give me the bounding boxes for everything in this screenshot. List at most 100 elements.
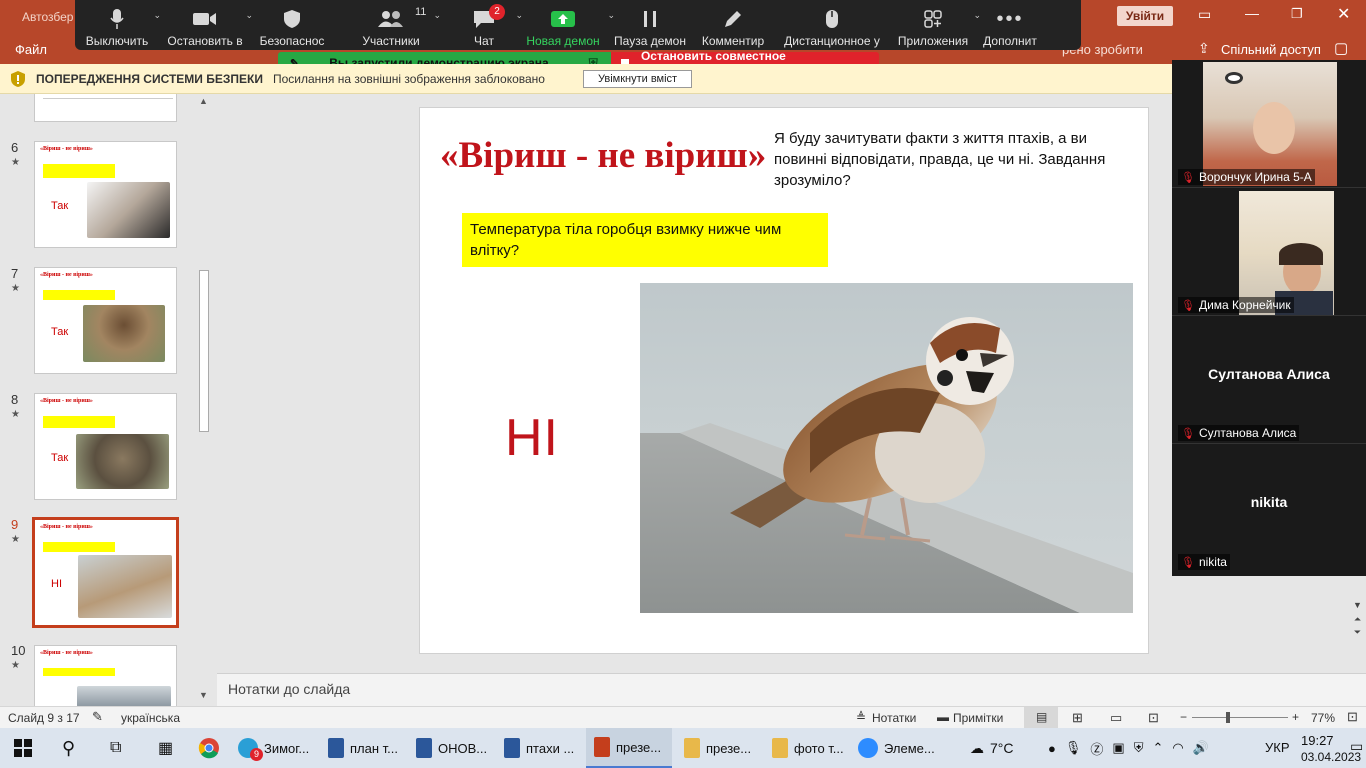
- search-icon[interactable]: ⚲: [62, 728, 75, 768]
- editor-scroll-controls: ▼ ⏶ ⏷: [1349, 600, 1366, 648]
- taskbar-item-folder-2[interactable]: фото т...: [772, 728, 844, 768]
- task-view-icon[interactable]: ⧉: [110, 728, 121, 768]
- chevron-down-icon[interactable]: ⌄: [433, 10, 441, 21]
- comments-icon[interactable]: ▢: [1334, 39, 1348, 57]
- taskbar-label: Элеме...: [884, 740, 935, 756]
- thumb-title: «Віриш - не віриш»: [40, 272, 93, 278]
- fit-slide-icon[interactable]: ⊡: [1347, 709, 1358, 725]
- taskbar-item-telegram[interactable]: 9 Зимог...: [238, 728, 309, 768]
- participant-tile[interactable]: Султанова Алиса 🎙 Султанова Алиса: [1172, 316, 1366, 444]
- signin-button[interactable]: Увійти: [1117, 6, 1173, 26]
- zoom-out-icon[interactable]: −: [1180, 710, 1187, 724]
- zoom-tray-icon[interactable]: Ⓩ: [1090, 739, 1103, 758]
- chrome-icon[interactable]: [198, 728, 220, 768]
- taskbar-label: презе...: [616, 739, 662, 755]
- sparrow-image[interactable]: [640, 283, 1133, 613]
- next-slide-icon[interactable]: ⏷: [1349, 627, 1366, 638]
- notifications-icon[interactable]: ▭: [1350, 738, 1363, 755]
- language-indicator[interactable]: українська: [121, 711, 180, 725]
- keyboard-language[interactable]: УКР: [1265, 740, 1290, 755]
- people-icon: [378, 6, 404, 32]
- microphone-icon[interactable]: 🎙: [1065, 740, 1082, 756]
- pause-share-button[interactable]: Пауза демон: [607, 6, 693, 48]
- zoom-in-icon[interactable]: +: [1292, 710, 1299, 724]
- security-icon[interactable]: ⛨: [1134, 740, 1144, 756]
- share-screen-icon: [551, 6, 575, 32]
- taskbar-item-zoom[interactable]: Элеме...: [858, 728, 935, 768]
- scrollbar-thumb[interactable]: [199, 270, 209, 432]
- annotate-button[interactable]: Комментир: [693, 6, 773, 48]
- file-tab[interactable]: Файл: [15, 42, 47, 57]
- slide-thumbnail-10[interactable]: «Віриш - не віриш»: [34, 645, 177, 706]
- slide-thumbnail-panel: 6 ★ «Віриш - не віриш» Так 7 ★ «Віриш - …: [0, 94, 215, 706]
- remote-control-button[interactable]: Дистанционное у: [773, 6, 891, 48]
- security-button[interactable]: Безопаснос: [251, 6, 333, 48]
- taskbar-item-folder-1[interactable]: презе...: [684, 728, 751, 768]
- slide-answer[interactable]: НІ: [505, 408, 559, 468]
- zoom-slider-handle[interactable]: [1226, 712, 1230, 723]
- apps-button[interactable]: Приложения ⌄: [891, 6, 981, 48]
- slide-intro-text[interactable]: Я буду зачитувати факти з життя птахів, …: [774, 128, 1134, 191]
- taskbar-label: план т...: [350, 740, 398, 756]
- share-button[interactable]: Спільний доступ: [1221, 42, 1321, 57]
- slide-sorter-icon[interactable]: ⊞: [1072, 710, 1083, 726]
- tray-app-icon[interactable]: ●: [1048, 741, 1056, 756]
- slide-question[interactable]: Температура тіла горобця взимку нижче чи…: [462, 213, 828, 267]
- more-button[interactable]: ••• Дополнит: [975, 6, 1045, 49]
- comments-toggle[interactable]: Примітки: [953, 711, 1003, 725]
- minimize-icon[interactable]: —: [1245, 5, 1259, 21]
- volume-icon[interactable]: 🔊: [1193, 740, 1209, 756]
- taskbar-item-word-2[interactable]: ОНОВ...: [416, 728, 487, 768]
- start-button[interactable]: [14, 728, 32, 768]
- normal-view-button[interactable]: ▤: [1024, 707, 1058, 729]
- slide-thumbnail-7[interactable]: «Віриш - не віриш» Так: [34, 267, 177, 374]
- participant-tile[interactable]: nikita 🎙 nikita: [1172, 444, 1366, 572]
- new-share-button[interactable]: Новая демон ⌄: [519, 6, 615, 48]
- slide-thumbnail-6[interactable]: «Віриш - не віриш» Так: [34, 141, 177, 248]
- participants-button[interactable]: Участники 11 ⌄: [333, 6, 449, 48]
- thumbnail-scrollbar[interactable]: ▲ ▼: [196, 94, 212, 706]
- apps-icon: [924, 6, 942, 32]
- more-icon: •••: [996, 7, 1024, 30]
- participant-tile[interactable]: 🎙 Дима Корнейчик: [1172, 188, 1366, 316]
- slide-thumbnail-5[interactable]: [34, 94, 177, 122]
- slideshow-icon[interactable]: ⊡: [1148, 710, 1159, 726]
- taskbar-item-word-3[interactable]: птахи ...: [504, 728, 574, 768]
- reading-view-icon[interactable]: ▭: [1110, 710, 1122, 726]
- enable-content-button[interactable]: Увімкнути вміст: [582, 69, 693, 88]
- maximize-icon[interactable]: ❐: [1291, 6, 1303, 22]
- word-icon: [416, 738, 432, 758]
- star-icon: ★: [11, 660, 20, 671]
- weather-widget[interactable]: ☁ 7°C: [970, 728, 1014, 768]
- scroll-up-icon[interactable]: ▲: [199, 96, 208, 106]
- clock-time[interactable]: 19:27: [1301, 733, 1334, 748]
- slide-thumbnail-8[interactable]: «Віриш - не віриш» Так: [34, 393, 177, 500]
- folder-icon: [684, 738, 700, 758]
- slide-thumbnail-9[interactable]: «Віриш - не віриш» НІ: [32, 517, 179, 628]
- scroll-down-icon[interactable]: ▼: [199, 690, 208, 700]
- muted-mic-icon: 🎙: [1181, 171, 1195, 184]
- taskbar-label: птахи ...: [526, 740, 575, 756]
- mute-button[interactable]: Выключить ⌄: [75, 6, 161, 48]
- tray-app-icon[interactable]: ▣: [1112, 740, 1124, 756]
- taskbar-item-word-1[interactable]: план т...: [328, 728, 398, 768]
- chat-button[interactable]: Чат 2 ⌄: [449, 4, 523, 48]
- thumb-image: [83, 305, 165, 362]
- wifi-icon[interactable]: ◠: [1172, 740, 1183, 756]
- participant-tile[interactable]: 🎙 Ворончук Ирина 5-А: [1172, 60, 1366, 188]
- taskbar-item-powerpoint[interactable]: презе...: [586, 728, 672, 768]
- spellcheck-icon[interactable]: ✎: [92, 709, 103, 725]
- notes-toggle[interactable]: Нотатки: [872, 711, 916, 725]
- zoom-level[interactable]: 77%: [1311, 711, 1335, 725]
- slide-notes-field[interactable]: Нотатки до слайда: [217, 673, 1366, 706]
- calculator-icon[interactable]: ▦: [158, 728, 173, 768]
- slide-number: 8: [11, 392, 19, 407]
- close-icon[interactable]: ✕: [1337, 4, 1350, 24]
- expand-tray-icon[interactable]: ⌃: [1152, 740, 1163, 756]
- slide-title[interactable]: «Віриш - не віриш»: [440, 134, 766, 177]
- ribbon-display-icon[interactable]: ▭: [1198, 6, 1211, 23]
- stop-video-button[interactable]: Остановить в ⌄: [159, 6, 253, 48]
- previous-slide-icon[interactable]: ⏶: [1349, 614, 1366, 625]
- zoom-slider[interactable]: [1192, 717, 1288, 718]
- scroll-down-icon[interactable]: ▼: [1349, 600, 1366, 610]
